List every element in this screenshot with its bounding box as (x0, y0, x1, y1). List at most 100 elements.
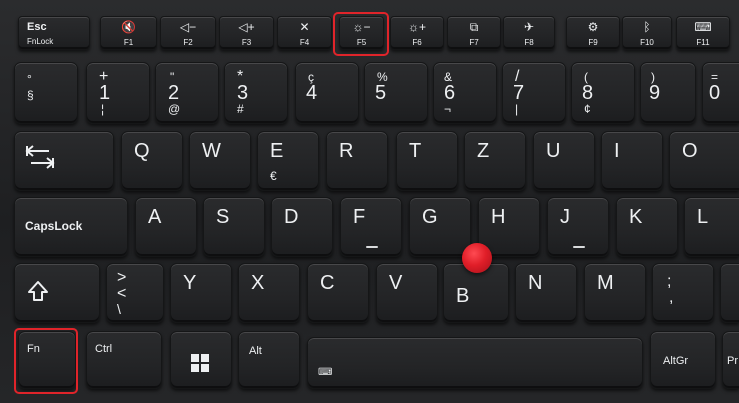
f10-key: ᛒ F10 (622, 16, 672, 50)
key-w: W (189, 131, 251, 191)
euro-symbol: € (270, 169, 277, 183)
windows-key (170, 331, 232, 389)
letter-q: Q (134, 140, 150, 162)
key-v: V (376, 263, 438, 323)
comma-key: ; , (652, 263, 714, 323)
semicolon-symbol: ; (667, 273, 672, 290)
key-t: T (396, 131, 458, 191)
degree-symbol: ° (27, 72, 32, 86)
key-4: ç 4 (295, 62, 359, 124)
key-0: = 0 (702, 62, 739, 124)
trackpoint-nub (462, 243, 492, 273)
digit-4: 4 (306, 82, 318, 104)
key-a: A (135, 197, 197, 257)
letter-r: R (339, 140, 354, 162)
f4-key: ✕ F4 (277, 16, 332, 50)
key-2: " 2 @ (155, 62, 219, 124)
volume-up-icon: ◁+ (238, 20, 255, 34)
digit-3: 3 (237, 82, 249, 104)
f5-label: F5 (356, 38, 367, 47)
letter-d: D (284, 206, 299, 228)
letter-z: Z (477, 140, 490, 162)
period-key-partial (720, 263, 739, 323)
key-f: F (340, 197, 402, 257)
letter-s: S (216, 206, 230, 228)
key-j: J (547, 197, 609, 257)
key-z: Z (464, 131, 526, 191)
f9-key: ⚙ F9 (566, 16, 620, 50)
ctrl-label: Ctrl (95, 343, 113, 355)
wireless-icon: ✈ (523, 20, 535, 34)
section-symbol: § (27, 88, 34, 102)
hash-symbol: # (237, 102, 244, 116)
f8-key: ✈ F8 (503, 16, 555, 50)
letter-m: M (597, 272, 614, 294)
at-symbol: @ (168, 102, 181, 116)
mute-icon: 🔇 (121, 20, 136, 34)
letter-h: H (491, 206, 506, 228)
f6-label: F6 (412, 38, 422, 47)
key-5: % 5 (364, 62, 428, 124)
key-o: O (669, 131, 739, 191)
cent-symbol: ¢ (584, 102, 591, 116)
key-k: K (616, 197, 678, 257)
backslash-symbol: \ (117, 301, 121, 317)
spacebar-key: ⌨ (307, 337, 643, 389)
key-3: * 3 # (224, 62, 288, 124)
letter-n: N (528, 272, 543, 294)
section-key: ° § (14, 62, 78, 124)
fn-label: Fn (27, 343, 40, 355)
key-u: U (533, 131, 595, 191)
letter-i: I (614, 140, 620, 162)
letter-y: Y (183, 272, 197, 294)
greater-than-symbol: > (117, 269, 127, 286)
key-i: I (601, 131, 663, 191)
f10-label: F10 (640, 38, 654, 47)
key-y: Y (170, 263, 232, 323)
shift-arrow-icon (27, 280, 49, 302)
capslock-label: CapsLock (25, 219, 83, 233)
f3-key: ◁+ F3 (219, 16, 274, 50)
digit-7: 7 (513, 82, 525, 104)
letter-c: C (320, 272, 335, 294)
brightness-up-icon: ☼+ (407, 20, 426, 34)
key-g: G (409, 197, 471, 257)
fnlock-label: FnLock (27, 37, 54, 46)
brightness-down-icon: ☼− (352, 20, 371, 34)
homing-bump (366, 246, 378, 248)
digit-5: 5 (375, 82, 387, 104)
letter-j: J (560, 206, 570, 228)
letter-g: G (422, 206, 438, 228)
key-1: + 1 ¦ (86, 62, 150, 124)
alt-key: Alt (238, 331, 300, 389)
less-than-symbol: < (117, 285, 127, 302)
esc-label: Esc (27, 21, 47, 33)
f3-label: F3 (241, 38, 252, 47)
digit-8: 8 (582, 82, 594, 104)
letter-e: E (270, 140, 284, 162)
digit-6: 6 (444, 82, 456, 104)
key-m: M (584, 263, 646, 323)
tab-key (14, 131, 114, 191)
broken-bar-symbol: ¦ (101, 102, 105, 116)
letter-k: K (629, 206, 643, 228)
comma-symbol: , (669, 289, 674, 306)
shift-key (14, 263, 100, 323)
digit-1: 1 (99, 82, 111, 104)
bluetooth-icon: ᛒ (643, 20, 651, 34)
f2-label: F2 (183, 38, 193, 47)
key-8: ( 8 ¢ (571, 62, 635, 124)
alt-label: Alt (249, 345, 262, 357)
esc-key: Esc FnLock (18, 16, 90, 50)
key-d: D (271, 197, 333, 257)
f5-key: ☼− F5 (339, 16, 384, 50)
letter-w: W (202, 140, 221, 162)
key-l: L (684, 197, 739, 257)
letter-x: X (251, 272, 265, 294)
key-n: N (515, 263, 577, 323)
angle-bracket-key: > < \ (106, 263, 164, 323)
key-c: C (307, 263, 369, 323)
homing-bump (573, 246, 585, 248)
not-symbol: ¬ (444, 102, 452, 116)
volume-down-icon: ◁− (179, 20, 197, 34)
